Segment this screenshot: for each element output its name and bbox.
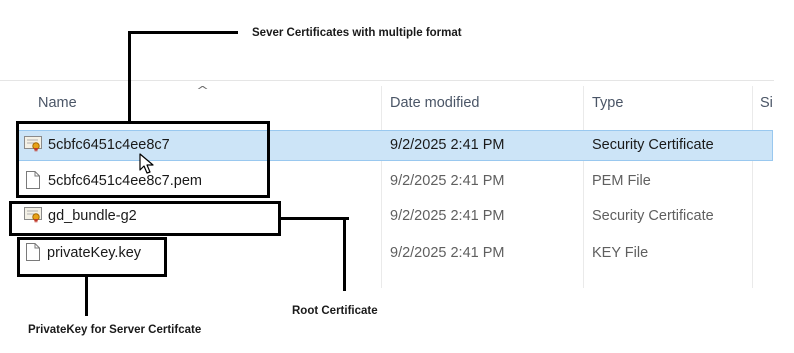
file-type: Security Certificate: [592, 208, 714, 224]
column-divider[interactable]: [752, 86, 753, 288]
file-date: 9/2/2025 2:41 PM: [390, 245, 505, 261]
server-certificates-note: Sever Certificates with multiple format: [252, 27, 462, 39]
sort-ascending-icon[interactable]: ^: [196, 84, 209, 97]
file-type: Security Certificate: [592, 137, 714, 153]
server-certificates-highlight-box: [16, 121, 270, 198]
root-certificate-connector: [343, 217, 346, 291]
root-certificate-note: Root Certificate: [292, 305, 378, 317]
column-divider[interactable]: [583, 86, 584, 288]
column-header-size[interactable]: Si: [760, 95, 773, 111]
file-type: PEM File: [592, 173, 651, 189]
server-certificates-connector: [128, 31, 131, 123]
root-certificate-connector: [279, 217, 349, 220]
file-date: 9/2/2025 2:41 PM: [390, 137, 505, 153]
file-type: KEY File: [592, 245, 649, 261]
root-certificate-highlight-box: [9, 201, 281, 236]
file-date: 9/2/2025 2:41 PM: [390, 208, 505, 224]
column-divider[interactable]: [381, 86, 382, 288]
private-key-note: PrivateKey for Server Certifcate: [28, 324, 202, 336]
private-key-connector: [85, 275, 88, 316]
file-date: 9/2/2025 2:41 PM: [390, 173, 505, 189]
column-header-type[interactable]: Type: [592, 95, 623, 111]
column-header-date-modified[interactable]: Date modified: [390, 95, 479, 111]
server-certificates-connector: [128, 31, 238, 34]
column-header-name[interactable]: Name: [38, 95, 77, 111]
private-key-highlight-box: [17, 237, 167, 277]
